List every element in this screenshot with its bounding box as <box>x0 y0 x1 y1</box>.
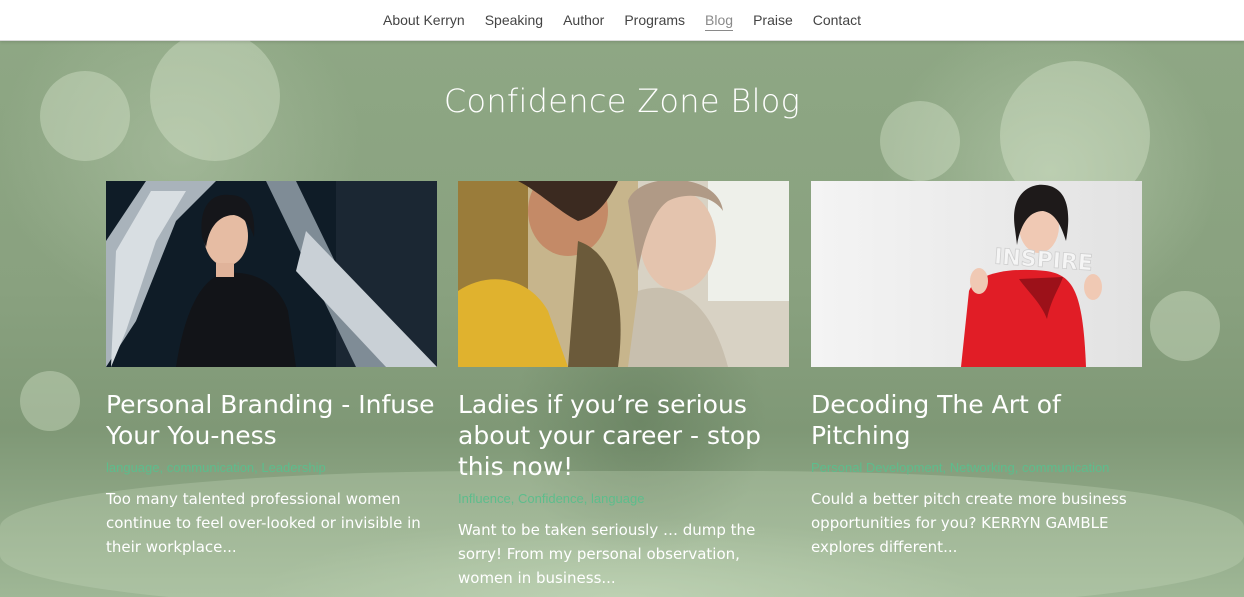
post-excerpt: Could a better pitch create more busines… <box>811 490 1127 556</box>
blog-post-card: Ladies if you’re serious about your care… <box>458 181 789 590</box>
nav-item-programs[interactable]: Programs <box>614 0 695 40</box>
nav-item-praise[interactable]: Praise <box>743 0 803 40</box>
bokeh-light <box>1150 291 1220 361</box>
post-thumbnail[interactable] <box>458 181 789 367</box>
nav-item-about-kerryn[interactable]: About Kerryn <box>373 0 475 40</box>
blog-post-card: Personal Branding - Infuse Your You-ness… <box>106 181 437 559</box>
nav-item-contact[interactable]: Contact <box>803 0 871 40</box>
page-title: Confidence Zone Blog <box>443 82 801 120</box>
nav-item-blog[interactable]: Blog <box>695 0 743 40</box>
top-navigation-bar: About Kerryn Speaking Author Programs Bl… <box>0 0 1244 41</box>
main-nav: About Kerryn Speaking Author Programs Bl… <box>0 0 1244 40</box>
post-tags[interactable]: language, communication, Leadership <box>106 457 437 479</box>
post-image-women-conversation <box>458 181 789 367</box>
post-tags[interactable]: Personal Development, Networking, commun… <box>811 457 1142 479</box>
post-thumbnail[interactable] <box>106 181 437 367</box>
blog-post-card: INSPIRE Decoding The Art of Pitching Per… <box>811 181 1142 559</box>
post-tags[interactable]: Influence, Confidence, language <box>458 488 789 510</box>
post-image-woman-in-black-jacket <box>106 181 437 367</box>
bokeh-light <box>20 371 80 431</box>
post-title[interactable]: Ladies if you’re serious about your care… <box>458 389 789 482</box>
post-image-woman-holding-inspire-sign: INSPIRE <box>811 181 1142 367</box>
post-title[interactable]: Personal Branding - Infuse Your You-ness <box>106 389 437 451</box>
post-excerpt: Too many talented professional women con… <box>106 490 421 556</box>
post-title[interactable]: Decoding The Art of Pitching <box>811 389 1142 451</box>
nav-item-speaking[interactable]: Speaking <box>475 0 553 40</box>
post-thumbnail[interactable]: INSPIRE <box>811 181 1142 367</box>
nav-item-author[interactable]: Author <box>553 0 614 40</box>
post-excerpt: Want to be taken seriously … dump the so… <box>458 521 756 587</box>
